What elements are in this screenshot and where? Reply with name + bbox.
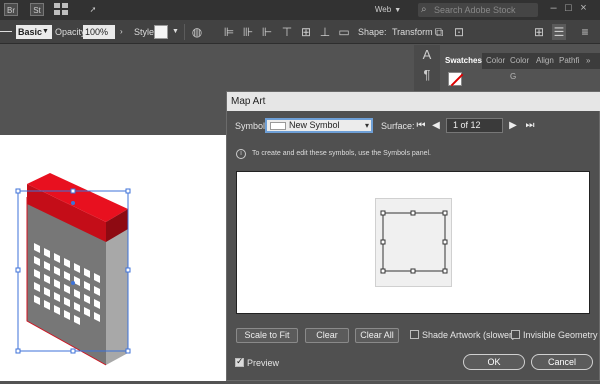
surface-outline — [375, 198, 452, 287]
panel-tabs: Swatches Color Color G Align Pathfi » — [440, 53, 600, 81]
map-art-dialog: Map Art Symbol: New Symbol ▾ Surface: ⏮ … — [226, 91, 600, 381]
swatches-panel: Swatches Color Color G Align Pathfi » — [440, 45, 600, 95]
search-placeholder: Search Adobe Stock — [434, 5, 516, 15]
invisible-geometry-label: Invisible Geometry — [523, 330, 598, 340]
bridge-button[interactable]: Br — [4, 3, 18, 16]
last-surface-icon[interactable]: ⏭ — [525, 120, 535, 132]
symbol-thumbnail — [270, 122, 286, 130]
preview-label: Preview — [247, 358, 280, 368]
surface-page-input[interactable]: 1 of 12 — [446, 118, 503, 133]
graphic-style-swatch[interactable] — [154, 25, 168, 39]
align-left-icon[interactable]: ⊫ — [222, 24, 236, 40]
scale-to-fit-button[interactable]: Scale to Fit — [236, 328, 298, 343]
arrange-icon[interactable]: ⊞ — [532, 24, 546, 40]
clear-button[interactable]: Clear — [305, 328, 349, 343]
align-bottom-icon[interactable]: ⊥ — [318, 24, 332, 40]
search-icon: ⌕ — [421, 4, 427, 15]
tab-swatches[interactable]: Swatches — [440, 53, 482, 69]
shade-artwork-label: Shade Artwork (slower) — [422, 330, 516, 340]
isolate-group-icon[interactable]: ⊡ — [452, 24, 466, 40]
shade-artwork-checkbox[interactable] — [410, 330, 419, 339]
type-tool-icon[interactable]: A — [414, 45, 440, 65]
style-label: Style: — [134, 27, 157, 37]
dialog-title: Map Art — [227, 92, 600, 111]
stock-button[interactable]: St — [30, 3, 44, 16]
align-right-icon[interactable]: ⊩ — [260, 24, 274, 40]
transform-each-icon[interactable]: ⧉ — [432, 24, 446, 40]
workspace-label: Web — [374, 5, 392, 14]
window-controls: – □ × — [546, 2, 594, 18]
align-top-icon[interactable]: ⊤ — [280, 24, 294, 40]
control-bar: Basic ▼ Opacity: 100% › Style: ▼ ◍ ⊫ ⊪ ⊩… — [0, 20, 600, 44]
panel-toggle-icon[interactable]: ☰ — [552, 24, 566, 40]
gpu-performance-icon[interactable]: ➚ — [85, 3, 101, 16]
chevron-down-icon[interactable]: ▼ — [42, 25, 50, 39]
tab-pathfinder[interactable]: Pathfi — [559, 53, 584, 69]
info-icon: i — [236, 149, 246, 159]
recolor-artwork-icon[interactable]: ◍ — [190, 24, 204, 40]
shape-label[interactable]: Shape: — [358, 25, 387, 39]
invisible-geometry-checkbox[interactable] — [511, 330, 520, 339]
next-surface-icon[interactable]: ▶ — [508, 120, 518, 132]
symbol-value: New Symbol — [289, 120, 340, 130]
isometric-calendar-artwork[interactable] — [0, 135, 226, 381]
chevron-down-icon: ▼ — [394, 7, 402, 14]
tab-color-guide[interactable]: Color G — [510, 53, 537, 81]
align-middle-icon[interactable]: ⊞ — [299, 24, 313, 40]
info-text: To create and edit these symbols, use th… — [252, 150, 431, 157]
surface-label: Surface: — [381, 121, 415, 131]
panel-menu-icon[interactable]: » — [586, 53, 598, 69]
tab-color[interactable]: Color — [486, 53, 510, 69]
maximize-icon[interactable]: □ — [561, 2, 576, 14]
minimize-icon[interactable]: – — [546, 2, 561, 14]
transform-button[interactable]: Transform — [392, 25, 433, 39]
surface-preview[interactable] — [236, 171, 590, 314]
menu-icon[interactable]: ≡ — [578, 24, 592, 40]
cancel-button[interactable]: Cancel — [531, 354, 593, 370]
clear-all-button[interactable]: Clear All — [355, 328, 399, 343]
opacity-input[interactable]: 100% — [83, 25, 115, 39]
preview-checkbox[interactable] — [235, 356, 244, 367]
stock-search-input[interactable]: ⌕ Search Adobe Stock — [418, 3, 538, 17]
close-icon[interactable]: × — [576, 2, 591, 14]
app-bar: Br St ➚ Web ▼ ⌕ Search Adobe Stock – □ × — [0, 0, 600, 20]
chevron-right-icon[interactable]: › — [120, 25, 128, 39]
align-to-icon[interactable]: ▭ — [337, 24, 351, 40]
arrange-documents-icon[interactable] — [54, 3, 72, 16]
chevron-down-icon[interactable]: ▼ — [172, 25, 180, 39]
surface-path — [380, 210, 448, 274]
previous-surface-icon[interactable]: ◀ — [431, 120, 441, 132]
symbol-select[interactable]: New Symbol ▾ — [265, 118, 373, 133]
paragraph-icon[interactable]: ¶ — [414, 65, 440, 85]
first-surface-icon[interactable]: ⏮ — [416, 120, 426, 132]
none-swatch-icon[interactable] — [448, 72, 462, 86]
align-center-icon[interactable]: ⊪ — [241, 24, 255, 40]
stroke-preview — [0, 31, 12, 32]
ok-button[interactable]: OK — [463, 354, 525, 370]
tab-align[interactable]: Align — [536, 53, 558, 69]
symbol-label: Symbol: — [235, 121, 268, 131]
artboard[interactable] — [0, 135, 226, 381]
workspace-switcher[interactable]: Web ▼ — [372, 3, 404, 16]
chevron-down-icon: ▾ — [364, 121, 369, 130]
divider — [184, 24, 185, 40]
